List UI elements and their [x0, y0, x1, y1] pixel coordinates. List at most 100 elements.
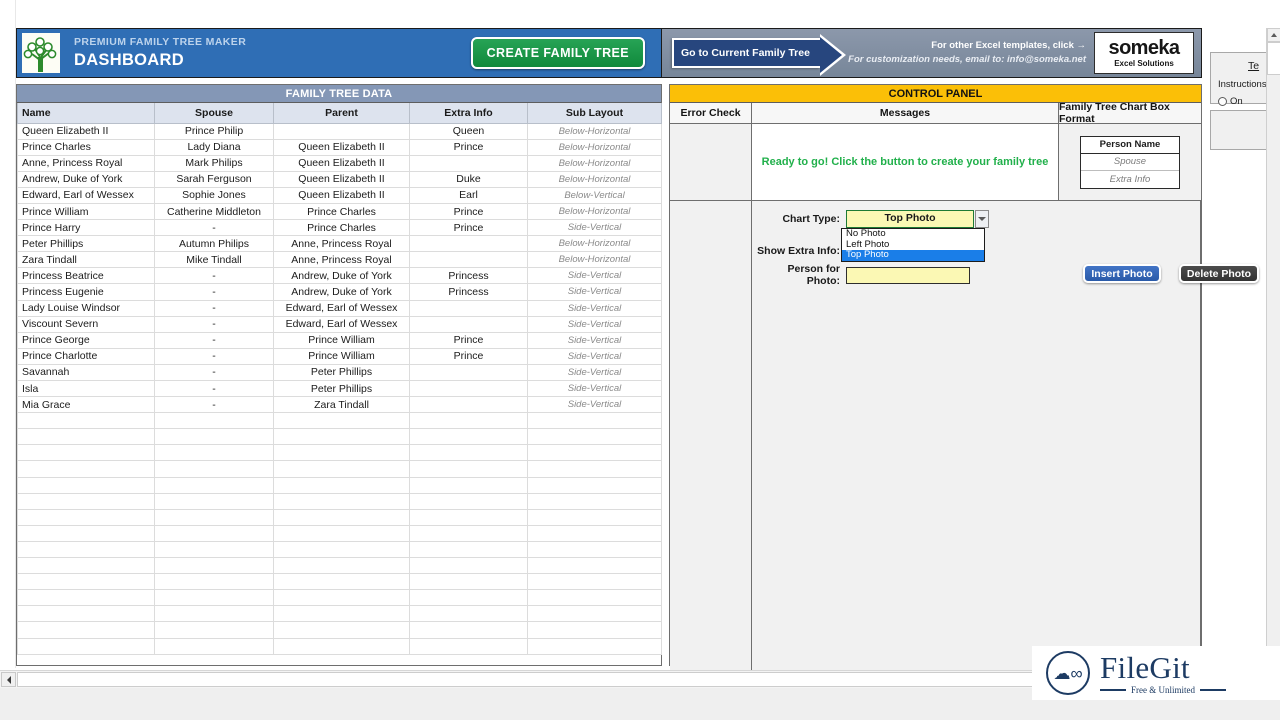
cell-empty[interactable]: [273, 444, 410, 462]
cell-parent[interactable]: Prince William: [273, 347, 410, 365]
cell-empty[interactable]: [17, 412, 155, 430]
delete-photo-button[interactable]: Delete Photo: [1179, 264, 1259, 283]
cell-empty[interactable]: [273, 621, 410, 639]
cell-name[interactable]: Princess Beatrice: [17, 267, 155, 285]
table-row-empty[interactable]: [17, 428, 662, 446]
cell-empty[interactable]: [17, 428, 155, 446]
cell-parent[interactable]: Prince Charles: [273, 202, 410, 221]
table-row[interactable]: Anne, Princess Royal Mark Philips Queen El…: [17, 154, 662, 172]
create-family-tree-button[interactable]: CREATE FAMILY TREE: [470, 37, 645, 69]
cell-spouse[interactable]: Sophie Jones: [154, 186, 274, 204]
table-row-empty[interactable]: [17, 460, 662, 478]
cell-empty[interactable]: [154, 573, 274, 591]
cell-name[interactable]: Edward, Earl of Wessex: [17, 186, 155, 204]
cell-empty[interactable]: [527, 621, 662, 639]
cell-sub-layout[interactable]: Side-Vertical: [527, 283, 662, 301]
cell-empty[interactable]: [527, 573, 662, 591]
cell-name[interactable]: Prince Charles: [17, 138, 155, 156]
cell-empty[interactable]: [409, 557, 528, 575]
table-row[interactable]: Prince Charles Lady Diana Queen Elizabeth …: [17, 138, 662, 156]
cell-empty[interactable]: [409, 444, 528, 462]
cell-name[interactable]: Prince George: [17, 331, 155, 349]
cell-spouse[interactable]: -: [154, 219, 274, 237]
cell-empty[interactable]: [527, 460, 662, 478]
cell-extra-info[interactable]: Prince: [409, 347, 528, 365]
cell-empty[interactable]: [409, 573, 528, 591]
cell-parent[interactable]: Andrew, Duke of York: [273, 283, 410, 301]
cell-empty[interactable]: [409, 621, 528, 639]
cell-extra-info[interactable]: [409, 396, 528, 414]
family-tree-data-table[interactable]: Name Spouse Parent Extra Info Sub Layout Que…: [17, 103, 662, 655]
cell-parent[interactable]: Edward, Earl of Wessex: [273, 315, 410, 333]
insert-photo-button[interactable]: Insert Photo: [1083, 264, 1161, 283]
cell-sub-layout[interactable]: Below-Horizontal: [527, 154, 662, 172]
cell-spouse[interactable]: -: [154, 315, 274, 333]
cell-extra-info[interactable]: [409, 251, 528, 269]
cell-empty[interactable]: [17, 444, 155, 462]
table-row[interactable]: Zara Tindall Mike Tindall Anne, Princess R…: [17, 251, 662, 269]
cell-empty[interactable]: [154, 524, 274, 542]
cell-empty[interactable]: [154, 589, 274, 607]
cell-empty[interactable]: [17, 508, 155, 526]
cell-extra-info[interactable]: [409, 315, 528, 333]
cell-empty[interactable]: [17, 557, 155, 575]
cell-empty[interactable]: [17, 460, 155, 478]
cell-empty[interactable]: [409, 476, 528, 494]
cell-sub-layout[interactable]: Side-Vertical: [527, 347, 662, 365]
cell-empty[interactable]: [17, 476, 155, 494]
cell-empty[interactable]: [154, 428, 274, 446]
cell-parent[interactable]: Queen Elizabeth II: [273, 154, 410, 172]
cell-sub-layout[interactable]: Side-Vertical: [527, 379, 662, 398]
cell-empty[interactable]: [409, 637, 528, 655]
table-row-empty[interactable]: [17, 621, 662, 639]
table-row[interactable]: Prince Charlotte - Prince William Prince Sid…: [17, 347, 662, 365]
cell-name[interactable]: Savannah: [17, 363, 155, 382]
cell-empty[interactable]: [273, 524, 410, 542]
cell-name[interactable]: Isla: [17, 379, 155, 398]
cell-empty[interactable]: [273, 508, 410, 526]
cell-name[interactable]: Queen Elizabeth II: [17, 122, 155, 140]
cell-parent[interactable]: Queen Elizabeth II: [273, 170, 410, 188]
cell-name[interactable]: Andrew, Duke of York: [17, 170, 155, 188]
cell-spouse[interactable]: -: [154, 267, 274, 285]
scroll-left-icon[interactable]: [1, 672, 16, 687]
cell-empty[interactable]: [273, 412, 410, 430]
table-row-empty[interactable]: [17, 492, 662, 510]
cell-empty[interactable]: [273, 476, 410, 494]
cell-extra-info[interactable]: [409, 363, 528, 382]
table-row[interactable]: Isla - Peter Phillips Side-Vertical: [17, 379, 662, 398]
cell-empty[interactable]: [273, 540, 410, 559]
cell-empty[interactable]: [527, 428, 662, 446]
chart-type-dropdown-list[interactable]: No Photo Left Photo Top Photo: [841, 228, 985, 262]
cell-empty[interactable]: [409, 589, 528, 607]
cell-sub-layout[interactable]: Below-Horizontal: [527, 251, 662, 269]
te-link[interactable]: Te: [1248, 60, 1259, 72]
cell-parent[interactable]: Prince Charles: [273, 219, 410, 237]
table-row[interactable]: Princess Eugenie - Andrew, Duke of York Pri…: [17, 283, 662, 301]
cell-empty[interactable]: [409, 412, 528, 430]
cell-extra-info[interactable]: Duke: [409, 170, 528, 188]
vertical-scroll-thumb[interactable]: [1267, 42, 1280, 75]
cell-empty[interactable]: [17, 540, 155, 559]
cell-name[interactable]: Lady Louise Windsor: [17, 299, 155, 317]
cell-empty[interactable]: [273, 492, 410, 510]
table-row-empty[interactable]: [17, 524, 662, 542]
column-header-extra-info[interactable]: Extra Info: [409, 103, 528, 124]
cell-empty[interactable]: [154, 557, 274, 575]
cell-empty[interactable]: [409, 524, 528, 542]
cell-name[interactable]: Peter Phillips: [17, 235, 155, 253]
cell-extra-info[interactable]: [409, 154, 528, 172]
cell-name[interactable]: Prince Harry: [17, 219, 155, 237]
cell-empty[interactable]: [527, 412, 662, 430]
cell-parent[interactable]: Peter Phillips: [273, 363, 410, 382]
cell-sub-layout[interactable]: Below-Horizontal: [527, 138, 662, 156]
cell-empty[interactable]: [409, 540, 528, 559]
cell-extra-info[interactable]: Prince: [409, 331, 528, 349]
table-body[interactable]: Queen Elizabeth II Prince Philip Queen Belo…: [17, 122, 662, 655]
person-for-photo-input[interactable]: [846, 266, 970, 284]
cell-empty[interactable]: [154, 621, 274, 639]
cell-empty[interactable]: [273, 573, 410, 591]
table-row[interactable]: Viscount Severn - Edward, Earl of Wessex Si…: [17, 315, 662, 333]
someka-logo[interactable]: someka Excel Solutions: [1094, 32, 1194, 74]
cell-empty[interactable]: [409, 492, 528, 510]
